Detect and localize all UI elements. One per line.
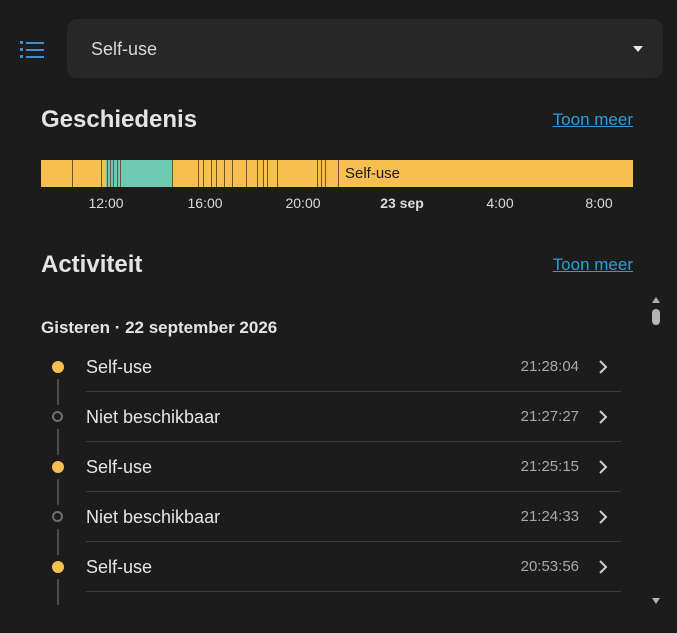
timeline-tick	[198, 160, 199, 187]
state-dot-icon	[52, 411, 63, 422]
axis-label: 12:00	[88, 195, 124, 211]
activity-time: 21:28:04	[520, 358, 579, 375]
activity-row[interactable]: Self-use 21:25:15	[41, 442, 621, 492]
state-dot-icon	[52, 511, 63, 522]
activity-time: 21:27:27	[520, 408, 579, 425]
chevron-right-icon[interactable]	[598, 509, 608, 525]
timeline-tick	[113, 160, 114, 187]
timeline-connector	[57, 379, 59, 392]
timeline-tick	[172, 160, 173, 187]
activity-row-partial	[41, 592, 621, 606]
timeline-tick	[277, 160, 278, 187]
activity-more-link[interactable]: Toon meer	[553, 255, 633, 275]
activity-label: Self-use	[86, 357, 153, 377]
state-dot-icon	[52, 561, 64, 573]
timeline-connector	[57, 529, 59, 542]
entity-select-value: Self-use	[91, 39, 158, 59]
axis-label: 16:00	[187, 195, 223, 211]
activity-row[interactable]: Niet beschikbaar 21:24:33	[41, 492, 621, 542]
axis-label: 20:00	[285, 195, 321, 211]
entity-select[interactable]: Self-use	[67, 19, 663, 78]
timeline-tick	[120, 160, 121, 187]
activity-label: Niet beschikbaar	[86, 507, 221, 527]
state-dot-icon	[52, 361, 64, 373]
timeline-tick	[232, 160, 233, 187]
timeline-tick	[72, 160, 73, 187]
history-title: Geschiedenis	[41, 106, 198, 133]
timeline-tick	[101, 160, 102, 187]
activity-label: Self-use	[86, 457, 153, 477]
activity-time: 21:25:15	[520, 458, 579, 475]
timeline-tick	[117, 160, 118, 187]
activity-row[interactable]: Self-use 20:53:56	[41, 542, 621, 592]
timeline-connector	[57, 592, 59, 605]
day-header: Gisteren · 22 september 2026	[41, 318, 278, 337]
caret-down-icon	[633, 46, 643, 52]
timeline-tick	[267, 160, 268, 187]
timeline-tick	[263, 160, 264, 187]
timeline-tick	[224, 160, 225, 187]
state-dot-icon	[52, 461, 64, 473]
timeline-connector	[57, 579, 59, 592]
timeline-connector	[57, 429, 59, 442]
activity-title: Activiteit	[41, 251, 143, 278]
timeline-label: Self-use	[345, 165, 401, 182]
timeline-tick	[257, 160, 258, 187]
timeline-tick	[317, 160, 318, 187]
timeline-connector	[57, 392, 59, 405]
activity-time: 21:24:33	[520, 508, 579, 525]
timeline-connector	[57, 542, 59, 555]
chevron-right-icon[interactable]	[598, 459, 608, 475]
timeline-tick	[203, 160, 204, 187]
chevron-right-icon[interactable]	[598, 559, 608, 575]
chevron-right-icon[interactable]	[598, 409, 608, 425]
axis-label: 8:00	[585, 195, 613, 211]
activity-row[interactable]: Self-use 21:28:04	[41, 342, 621, 392]
chevron-right-icon[interactable]	[598, 359, 608, 375]
activity-label: Niet beschikbaar	[86, 407, 221, 427]
timeline-tick	[321, 160, 322, 187]
timeline-tick	[211, 160, 212, 187]
timeline-connector	[57, 492, 59, 505]
scrollbar-thumb[interactable]	[652, 309, 660, 325]
timeline-connector	[57, 479, 59, 492]
timeline-connector	[57, 442, 59, 455]
activity-list: Self-use 21:28:04 Niet beschikbaar 21:27…	[41, 342, 621, 606]
history-timeline[interactable]: Self-use	[41, 160, 633, 187]
scroll-up-arrow-icon[interactable]	[652, 297, 660, 303]
activity-label: Self-use	[86, 557, 153, 577]
activity-time: 20:53:56	[520, 558, 579, 575]
timeline-tick	[107, 160, 108, 187]
history-more-link[interactable]: Toon meer	[553, 110, 633, 130]
list-menu-icon[interactable]	[19, 38, 45, 60]
timeline-tick	[246, 160, 247, 187]
timeline-tick	[338, 160, 339, 187]
timeline-segment-other	[106, 160, 172, 187]
scroll-down-arrow-icon[interactable]	[652, 598, 660, 604]
timeline-tick	[216, 160, 217, 187]
timeline-tick	[325, 160, 326, 187]
axis-label: 4:00	[486, 195, 514, 211]
activity-row[interactable]: Niet beschikbaar 21:27:27	[41, 392, 621, 442]
axis-label: 23 sep	[380, 195, 424, 211]
timeline-tick	[110, 160, 111, 187]
